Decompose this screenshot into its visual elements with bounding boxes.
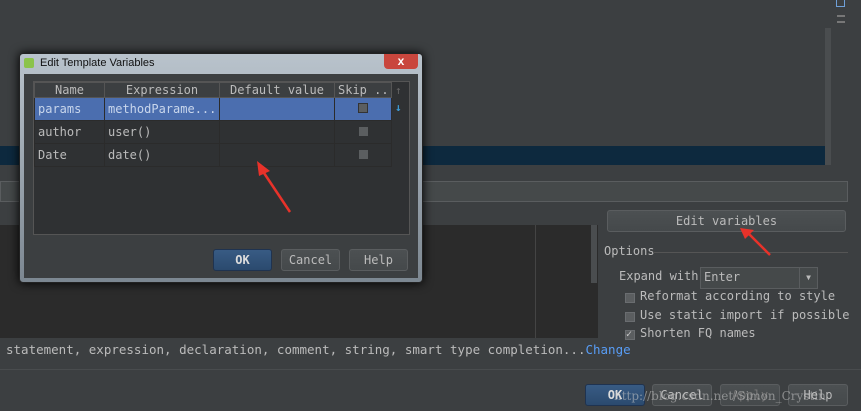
arrow-to-default-value <box>257 161 292 213</box>
arrow-to-edit-variables <box>740 228 771 256</box>
annotation-arrows <box>257 161 771 256</box>
